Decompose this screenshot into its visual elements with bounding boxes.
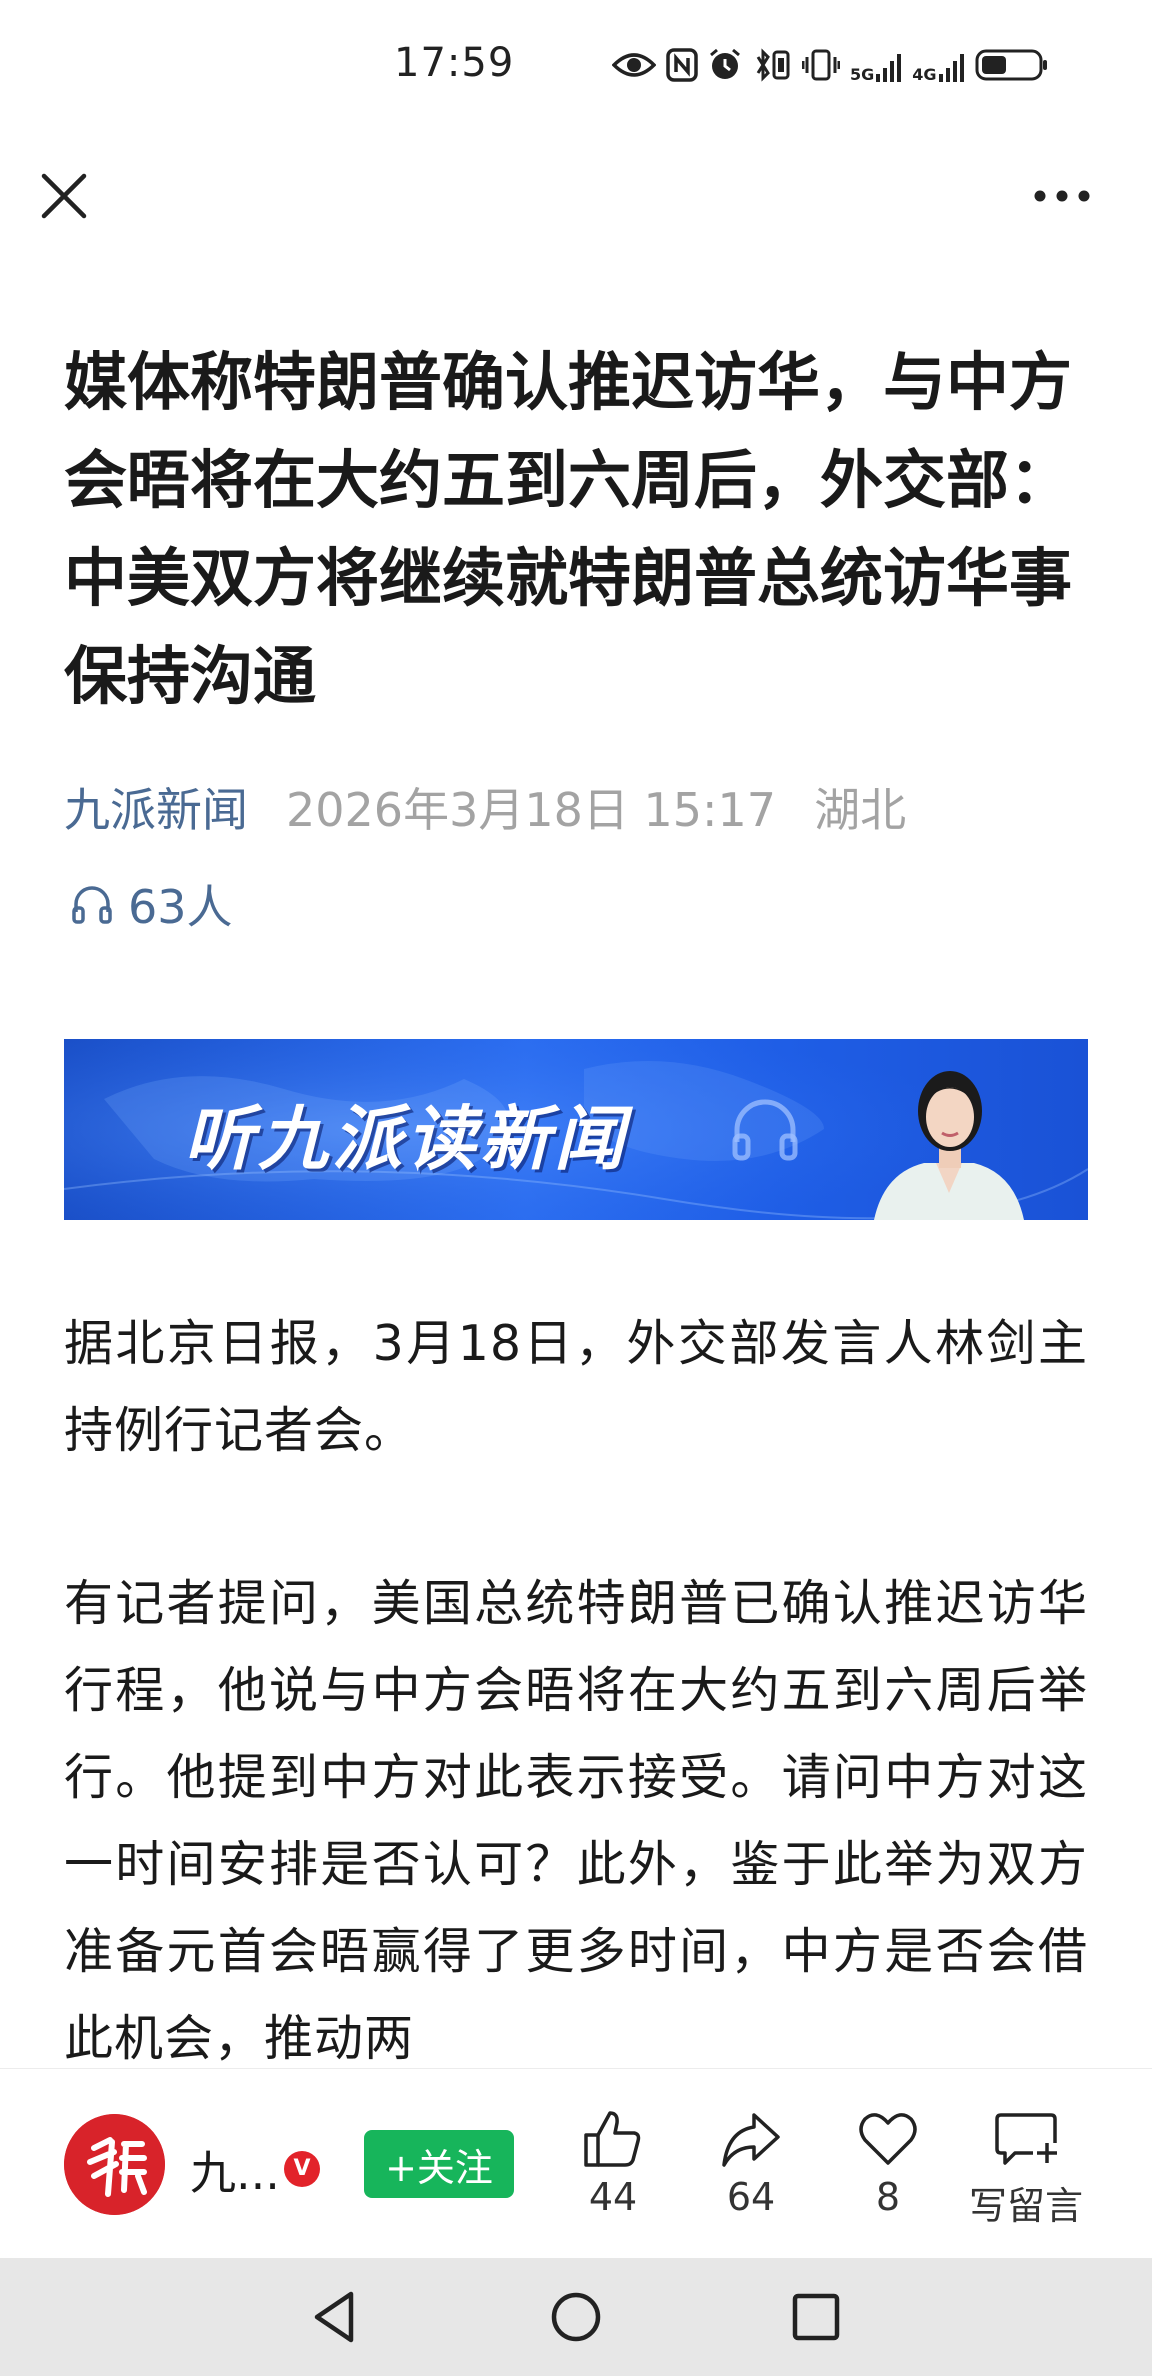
- vibrate-icon: [802, 49, 840, 81]
- article-date: 2026年3月18日 15:17: [286, 783, 777, 837]
- like-count: 44: [588, 2175, 638, 2219]
- status-icons: 5G 4G: [612, 42, 1049, 88]
- comment-label: 写留言: [968, 2184, 1083, 2228]
- listen-count-text: 63人: [128, 880, 233, 934]
- signal-4g-icon: 4G: [912, 48, 964, 83]
- eye-icon: [612, 53, 656, 77]
- comment-button[interactable]: 写留言: [966, 2109, 1086, 2230]
- home-icon[interactable]: [543, 2284, 609, 2350]
- system-nav-bar: [0, 2258, 1152, 2376]
- back-icon[interactable]: [303, 2284, 369, 2350]
- article-body: 据北京日报，3月18日，外交部发言人林剑主持例行记者会。 有记者提问，美国总统特…: [64, 1300, 1088, 2082]
- article-paragraph: 有记者提问，美国总统特朗普已确认推迟访华行程，他说与中方会晤将在大约五到六周后举…: [64, 1575, 1088, 2067]
- favorite-count: 8: [875, 2175, 901, 2219]
- bluetooth-vibrate-icon: [756, 48, 790, 82]
- article-source[interactable]: 九派新闻: [64, 774, 248, 840]
- status-time: 17:59: [394, 40, 515, 86]
- article-paragraph: 据北京日报，3月18日，外交部发言人林剑主持例行记者会。: [64, 1315, 1088, 1459]
- article-screen: 17:59 5G 4G 媒体称特朗普确认推迟访华，与中方会晤将在大约五到六周后，…: [0, 0, 1152, 2376]
- heart-icon: [859, 2113, 917, 2165]
- listen-count[interactable]: 63人: [70, 874, 233, 934]
- status-bar: 17:59 5G 4G: [0, 0, 1152, 130]
- author-avatar[interactable]: [64, 2114, 165, 2215]
- nfc-icon: [666, 48, 698, 82]
- verified-badge: V: [284, 2151, 320, 2187]
- follow-button[interactable]: +关注: [364, 2130, 514, 2198]
- article-headline: 媒体称特朗普确认推迟访华，与中方会晤将在大约五到六周后，外交部：中美双方将继续就…: [64, 346, 1072, 713]
- banner-headphone-icon: [732, 1099, 798, 1161]
- more-icon[interactable]: [1030, 176, 1094, 216]
- article-meta: 九派新闻 2026年3月18日 15:17 湖北: [64, 777, 906, 837]
- recents-icon[interactable]: [783, 2284, 849, 2350]
- headphone-icon: [72, 886, 112, 924]
- share-count: 64: [726, 2175, 776, 2219]
- like-button[interactable]: 44: [553, 2109, 673, 2219]
- alarm-icon: [710, 48, 740, 79]
- favorite-button[interactable]: 8: [828, 2109, 948, 2219]
- thumbs-up-icon: [584, 2111, 641, 2167]
- share-arrow-icon: [722, 2113, 780, 2167]
- author-name[interactable]: 九...: [190, 2137, 280, 2203]
- share-button[interactable]: 64: [691, 2109, 811, 2219]
- close-icon[interactable]: [38, 170, 90, 222]
- comment-icon: [995, 2113, 1057, 2165]
- news-anchor-illustration: [874, 1071, 1024, 1220]
- bottom-action-bar: 九... V +关注 44 64 8 写留言: [0, 2068, 1152, 2258]
- listen-news-banner[interactable]: 听九派读新闻: [64, 1039, 1088, 1220]
- signal-5g-icon: 5G: [850, 48, 902, 83]
- banner-title: 听九派读新闻: [184, 1098, 628, 1180]
- battery-icon: [975, 49, 1047, 81]
- article-region: 湖北: [814, 783, 907, 837]
